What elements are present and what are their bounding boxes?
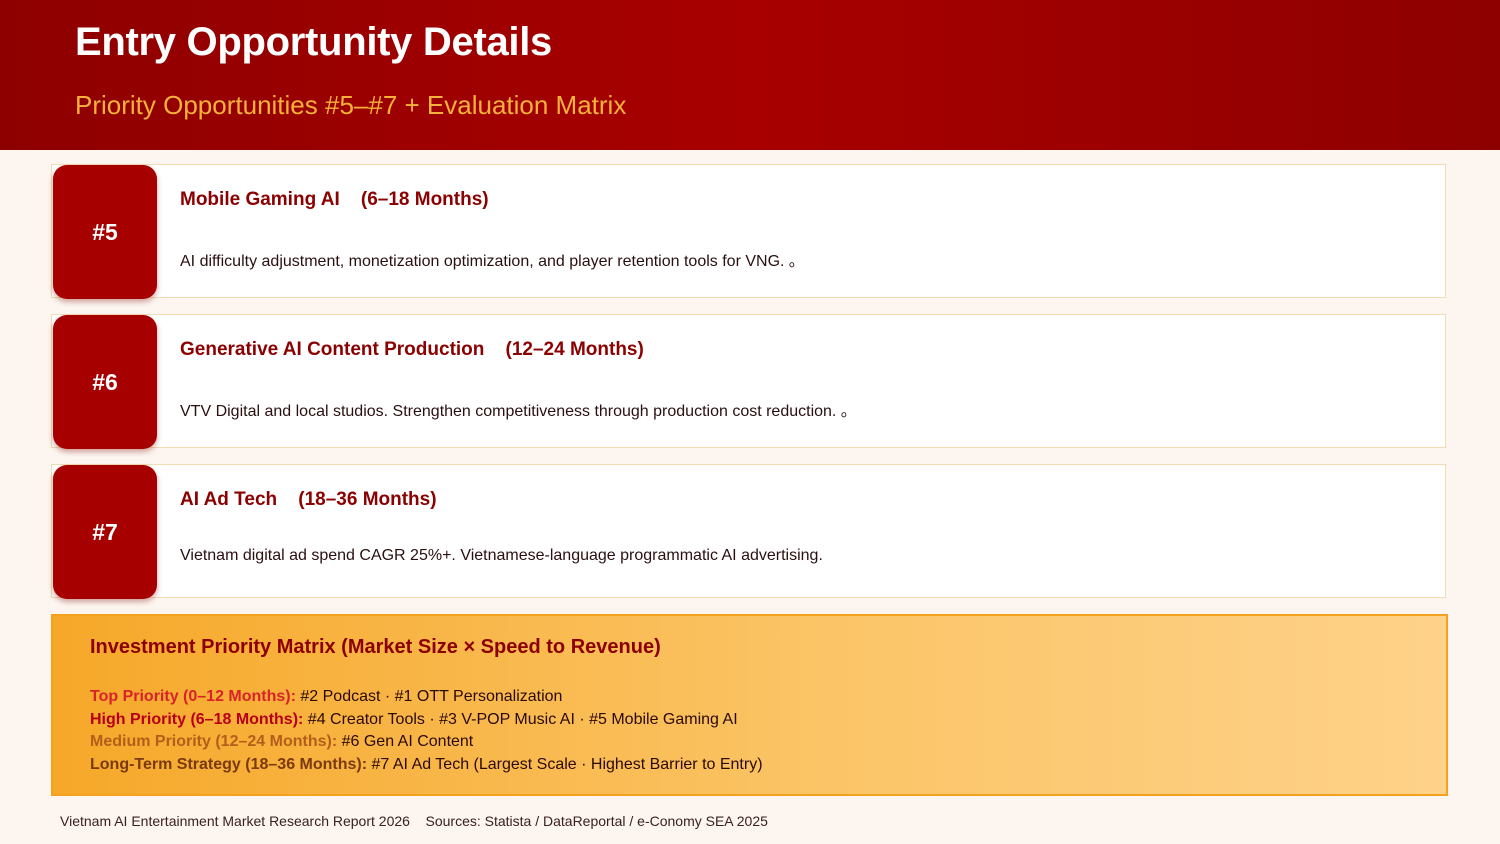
page-title: Entry Opportunity Details [75,20,552,64]
matrix-row-top: Top Priority (0–12 Months): #2 Podcast ·… [90,686,763,709]
opportunity-badge: #6 [53,315,157,449]
priority-matrix: Investment Priority Matrix (Market Size … [51,614,1448,796]
matrix-title: Investment Priority Matrix (Market Size … [90,636,661,658]
matrix-row-value: #6 Gen AI Content [337,733,474,750]
opportunity-title: AI Ad Tech (18–36 Months) [180,489,437,511]
matrix-row-value: #2 Podcast · #1 OTT Personalization [295,688,563,705]
matrix-row-label: Long-Term Strategy (18–36 Months): [90,755,368,773]
matrix-row-label: Top Priority (0–12 Months): [90,688,296,705]
opportunity-badge: #7 [53,465,157,599]
footer-sources: Sources: Statista / DataReportal / e-Con… [425,813,768,829]
opportunity-card-7: #7 AI Ad Tech (18–36 Months) Vietnam dig… [51,464,1446,599]
matrix-row-label: Medium Priority (12–24 Months): [90,733,338,750]
opportunity-timeline: (18–36 Months) [298,489,437,510]
footer: Vietnam AI Entertainment Market Research… [60,813,768,829]
matrix-row-value: #7 AI Ad Tech (Largest Scale · Highest B… [367,755,763,773]
opportunity-name: Mobile Gaming AI [180,189,340,210]
opportunity-timeline: (12–24 Months) [505,339,644,360]
opportunity-description: AI difficulty adjustment, monetization o… [180,253,797,270]
matrix-row-high: High Priority (6–18 Months): #4 Creator … [90,709,763,732]
matrix-row-long: Long-Term Strategy (18–36 Months): #7 AI… [90,754,763,777]
header-banner: Entry Opportunity Details Priority Oppor… [0,0,1500,150]
matrix-row-label: High Priority (6–18 Months): [90,710,304,728]
opportunity-description: Vietnam digital ad spend CAGR 25%+. Viet… [180,547,823,564]
opportunity-description: VTV Digital and local studios. Strengthe… [180,403,849,420]
opportunity-timeline: (6–18 Months) [360,189,489,210]
matrix-row-value: #4 Creator Tools · #3 V-POP Music AI · #… [303,710,738,728]
opportunity-card-6: #6 Generative AI Content Production (12–… [51,314,1446,449]
page-subtitle: Priority Opportunities #5–#7 + Evaluatio… [75,90,627,120]
opportunity-title: Generative AI Content Production (12–24 … [180,339,644,361]
opportunity-card-5: #5 Mobile Gaming AI (6–18 Months) AI dif… [51,164,1446,299]
footer-report-title: Vietnam AI Entertainment Market Research… [60,813,410,829]
matrix-row-medium: Medium Priority (12–24 Months): #6 Gen A… [90,731,763,754]
opportunity-title: Mobile Gaming AI (6–18 Months) [180,189,489,211]
opportunity-badge: #5 [53,165,157,299]
opportunity-name: AI Ad Tech [180,489,278,510]
matrix-rows: Top Priority (0–12 Months): #2 Podcast ·… [90,686,763,776]
opportunity-name: Generative AI Content Production [180,339,485,360]
